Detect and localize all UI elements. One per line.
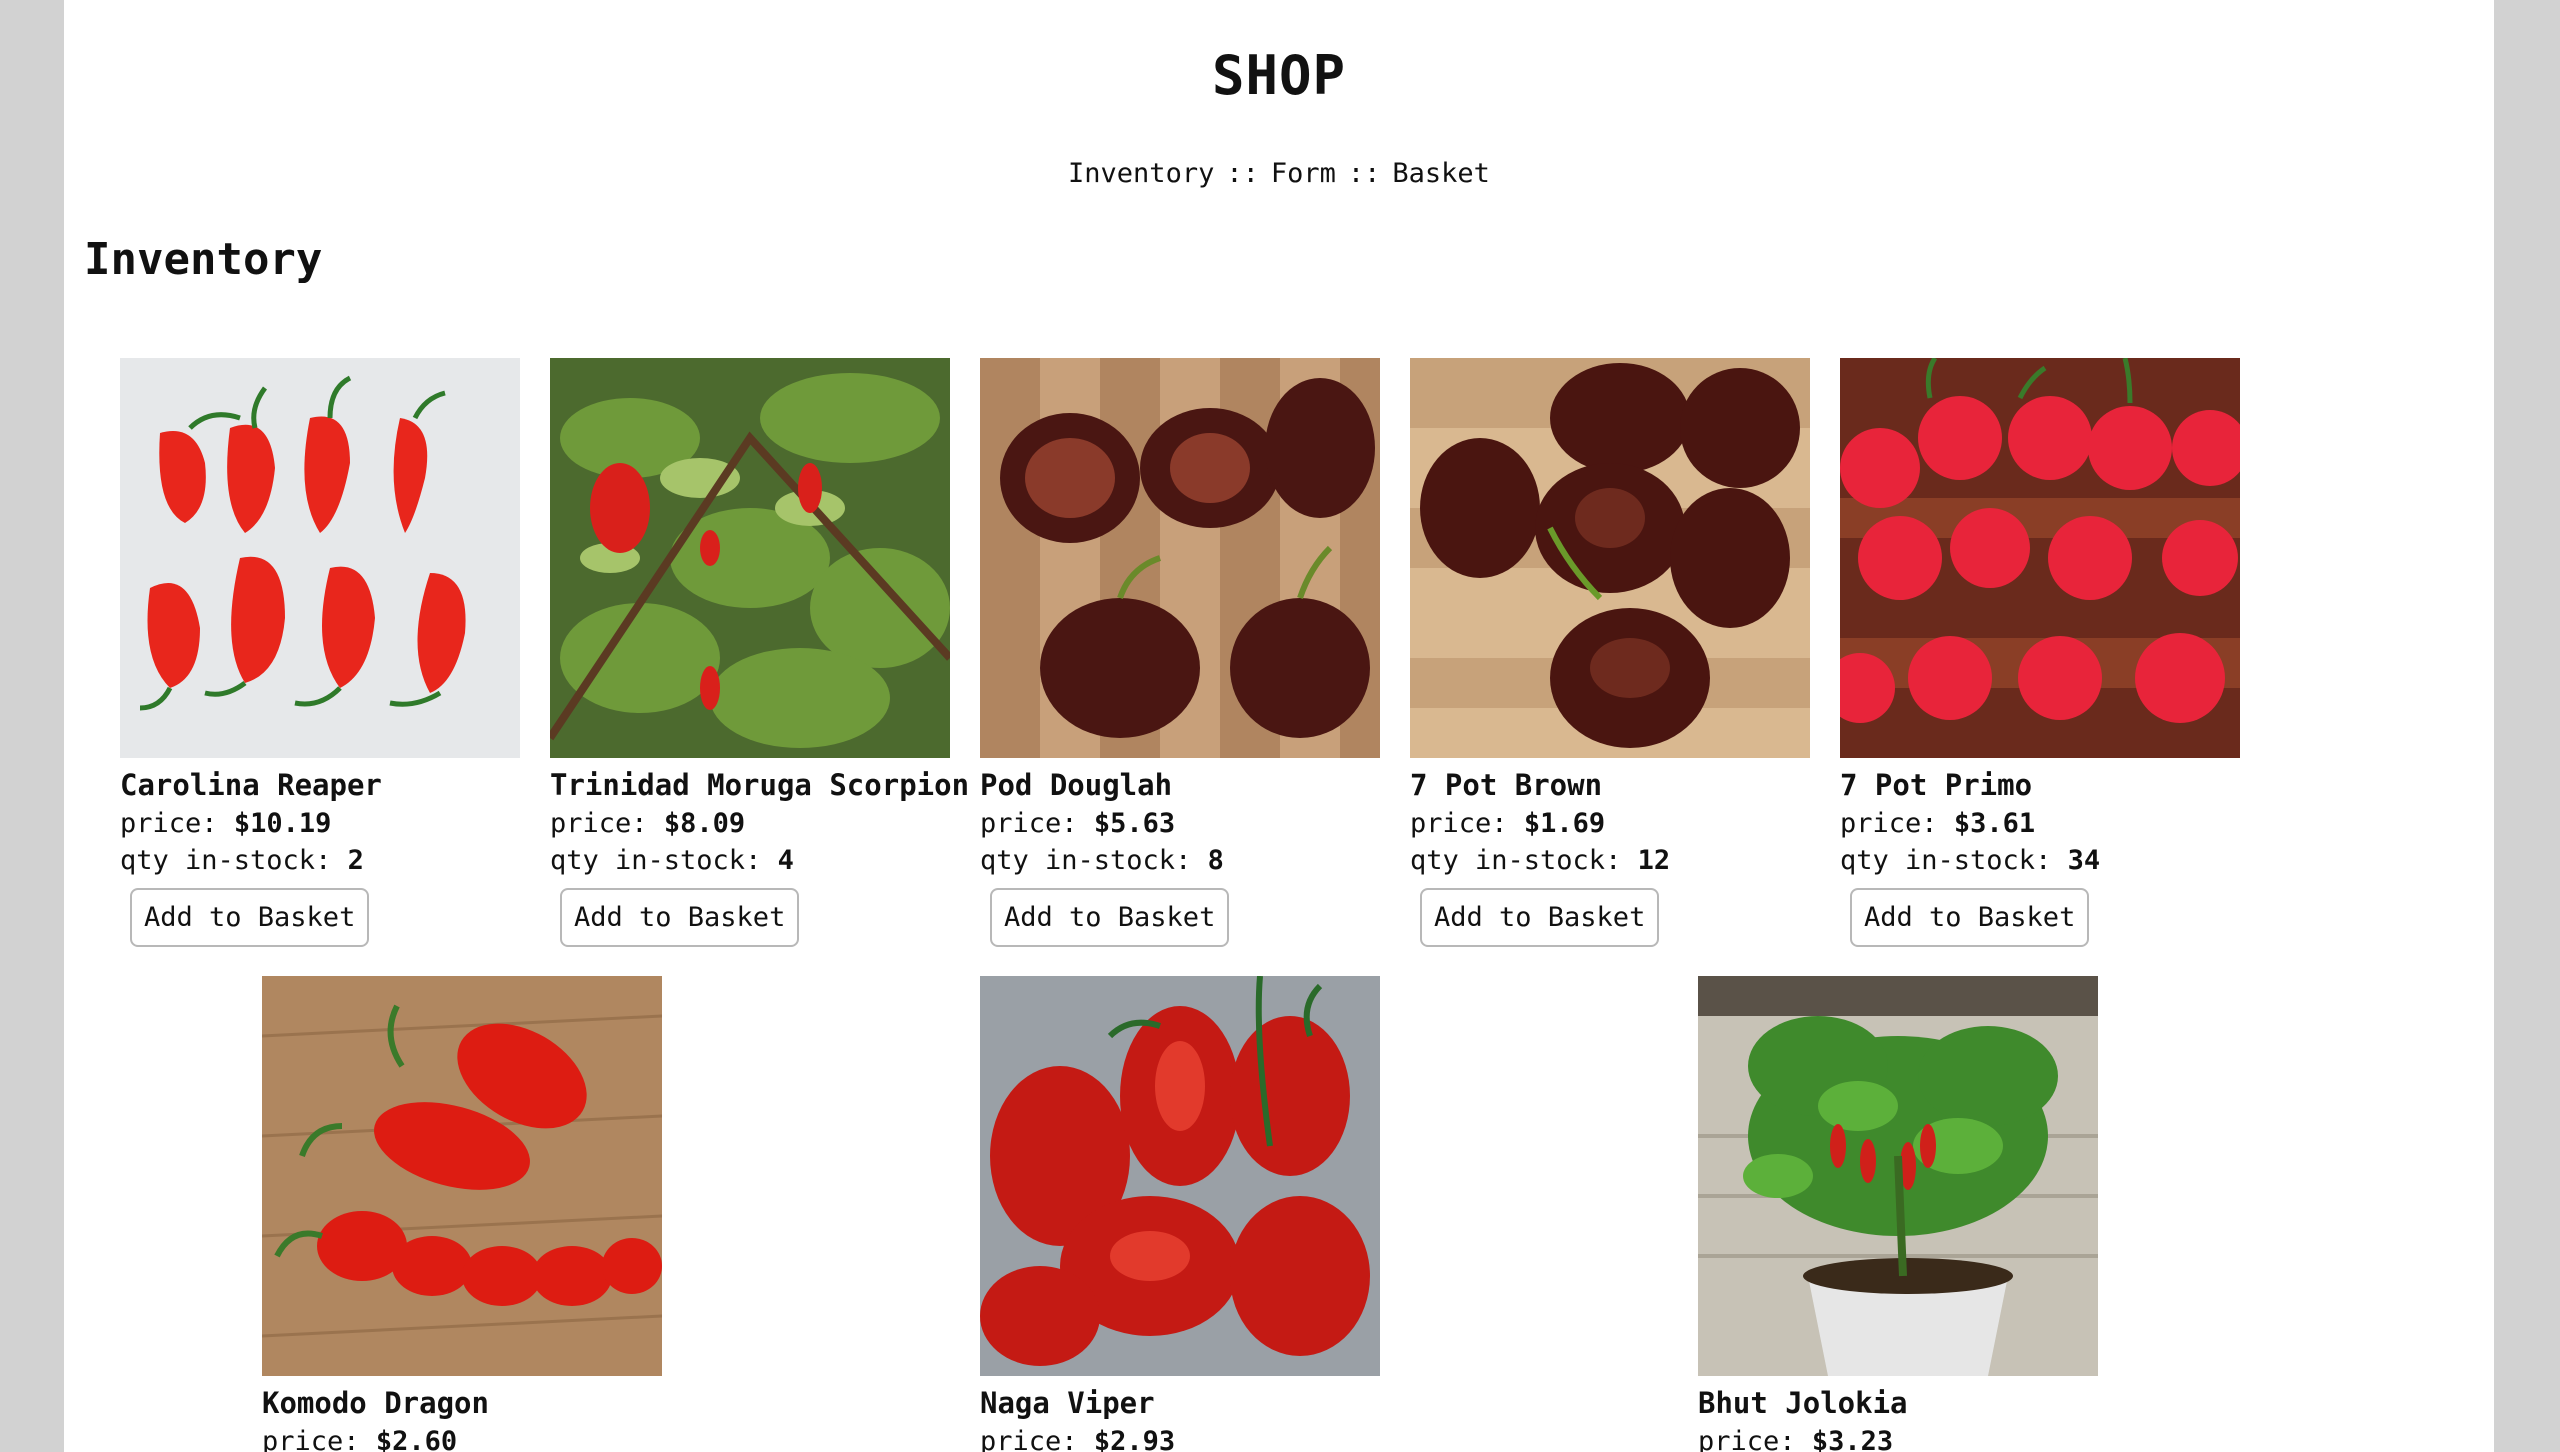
product-price: price: $2.93 (980, 1426, 1440, 1452)
price-value: $3.61 (1953, 808, 2036, 839)
product-card-naga-viper: Naga Viper price: $2.93 (980, 976, 1440, 1452)
product-price: price: $3.61 (1840, 808, 2300, 839)
qty-value: 2 (347, 845, 364, 876)
add-to-basket-button[interactable]: Add to Basket (130, 888, 370, 947)
qty-label: qty in-stock: (1410, 845, 1622, 876)
qty-label: qty in-stock: (120, 845, 332, 876)
price-value: $8.09 (663, 808, 746, 839)
nav-separator: :: (1347, 158, 1381, 189)
qty-label: qty in-stock: (1840, 845, 2052, 876)
product-price: price: $2.60 (262, 1426, 722, 1452)
product-name: 7 Pot Brown (1410, 768, 1603, 802)
price-label: price: (262, 1426, 360, 1452)
product-image-komodo-dragon[interactable] (262, 976, 662, 1376)
product-image-bhut-jolokia[interactable] (1698, 976, 2098, 1376)
product-price: price: $8.09 (550, 808, 1010, 839)
add-to-basket-button[interactable]: Add to Basket (1850, 888, 2090, 947)
price-value: $5.63 (1093, 808, 1176, 839)
product-image-7-pot-brown[interactable] (1410, 358, 1810, 758)
add-to-basket-button[interactable]: Add to Basket (560, 888, 800, 947)
product-card-trinidad-moruga-scorpion: Trinidad Moruga Scorpion price: $8.09 qt… (550, 358, 1010, 947)
product-name: Bhut Jolokia (1698, 1386, 1908, 1420)
add-to-basket-button[interactable]: Add to Basket (1420, 888, 1660, 947)
product-name: 7 Pot Primo (1840, 768, 2033, 802)
product-price: price: $5.63 (980, 808, 1440, 839)
nav-separator: :: (1226, 158, 1259, 189)
product-name: Trinidad Moruga Scorpion (550, 768, 970, 802)
product-qty: qty in-stock: 12 (1410, 845, 1870, 876)
product-image-7-pot-primo[interactable] (1840, 358, 2240, 758)
product-card-komodo-dragon: Komodo Dragon price: $2.60 (262, 976, 722, 1452)
price-label: price: (1410, 808, 1508, 839)
product-qty: qty in-stock: 4 (550, 845, 1010, 876)
price-label: price: (1698, 1426, 1796, 1452)
product-name: Carolina Reaper (120, 768, 382, 802)
nav-link-form[interactable]: Form (1271, 158, 1336, 189)
price-value: $2.93 (1093, 1426, 1176, 1452)
product-card-7-pot-primo: 7 Pot Primo price: $3.61 qty in-stock: 3… (1840, 358, 2300, 947)
price-value: $10.19 (233, 808, 332, 839)
nav-bar: Inventory:: Form:: Basket (64, 158, 2494, 189)
price-value: $2.60 (375, 1426, 458, 1452)
product-name: Naga Viper (980, 1386, 1155, 1420)
nav-link-basket[interactable]: Basket (1392, 158, 1490, 189)
qty-label: qty in-stock: (980, 845, 1192, 876)
product-card-bhut-jolokia: Bhut Jolokia price: $3.23 (1698, 976, 2158, 1452)
product-image-carolina-reaper[interactable] (120, 358, 520, 758)
product-image-naga-viper[interactable] (980, 976, 1380, 1376)
product-price: price: $10.19 (120, 808, 580, 839)
price-label: price: (980, 1426, 1078, 1452)
qty-value: 12 (1637, 845, 1671, 876)
page: SHOP Inventory::Form::Basket Inventory (64, 0, 2494, 1452)
product-price: price: $3.23 (1698, 1426, 2158, 1452)
product-name: Komodo Dragon (262, 1386, 489, 1420)
price-label: price: (550, 808, 648, 839)
product-name: Pod Douglah (980, 768, 1173, 802)
product-qty: qty in-stock: 2 (120, 845, 580, 876)
product-card-carolina-reaper: Carolina Reaper price: $10.19 qty in-sto… (120, 358, 580, 947)
price-label: price: (120, 808, 218, 839)
add-to-basket-button[interactable]: Add to Basket (990, 888, 1230, 947)
price-value: $1.69 (1523, 808, 1606, 839)
price-value: $3.23 (1811, 1426, 1894, 1452)
qty-value: 8 (1207, 845, 1224, 876)
product-card-7-pot-brown: 7 Pot Brown price: $1.69 qty in-stock: 1… (1410, 358, 1870, 947)
product-image-pod-douglah[interactable] (980, 358, 1380, 758)
product-card-pod-douglah: Pod Douglah price: $5.63 qty in-stock: 8… (980, 358, 1440, 947)
qty-value: 34 (2067, 845, 2101, 876)
product-image-trinidad-moruga-scorpion[interactable] (550, 358, 950, 758)
nav-link-inventory[interactable]: Inventory (1068, 158, 1214, 189)
qty-label: qty in-stock: (550, 845, 762, 876)
product-qty: qty in-stock: 8 (980, 845, 1440, 876)
page-title: SHOP (1211, 44, 1347, 107)
price-label: price: (980, 808, 1078, 839)
qty-value: 4 (777, 845, 794, 876)
product-qty: qty in-stock: 34 (1840, 845, 2300, 876)
price-label: price: (1840, 808, 1938, 839)
product-price: price: $1.69 (1410, 808, 1870, 839)
section-title: Inventory (84, 234, 323, 285)
